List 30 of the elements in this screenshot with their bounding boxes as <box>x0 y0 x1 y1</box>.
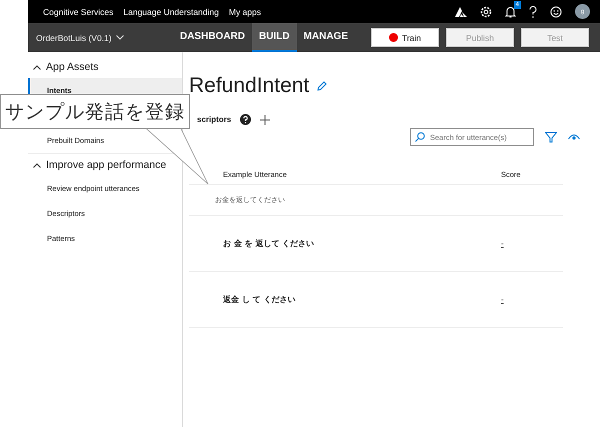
filter-icon[interactable] <box>545 132 557 142</box>
section-header[interactable]: App Assets <box>28 56 182 78</box>
chevron-up-icon <box>33 64 41 70</box>
nav-tab[interactable]: MANAGE <box>296 23 355 52</box>
score-link[interactable]: - <box>501 295 563 304</box>
chevron-up-icon <box>33 162 41 168</box>
eye-icon[interactable] <box>568 133 580 141</box>
nav-tab[interactable]: DASHBOARD <box>172 23 252 52</box>
nav-tab[interactable]: BUILD <box>252 23 297 52</box>
train-button[interactable]: Train <box>371 28 439 47</box>
azure-logo-icon[interactable] <box>455 6 467 16</box>
callout-box: サンプル発話を登録 <box>0 94 190 129</box>
plus-icon[interactable] <box>260 114 270 124</box>
score-link[interactable]: - <box>501 239 563 248</box>
smiley-icon[interactable] <box>550 6 562 18</box>
descriptors-label: scriptors <box>197 115 232 124</box>
help-icon[interactable] <box>529 6 537 18</box>
status-dot-icon <box>388 33 398 42</box>
nav-link[interactable]: Cognitive Services <box>43 6 114 16</box>
utterance-text: 返金 し て ください <box>222 294 296 305</box>
bell-icon[interactable] <box>505 6 516 18</box>
settings-icon[interactable] <box>480 6 492 18</box>
nav-link[interactable]: Language Understanding <box>123 6 219 16</box>
app-selector[interactable]: OrderBotLuis (V0.1) <box>36 32 124 42</box>
intent-title: RefundIntent <box>189 74 310 98</box>
utterance-text: お 金 を 返して ください <box>222 238 316 249</box>
pencil-icon[interactable] <box>317 81 328 91</box>
chevron-down-icon <box>116 35 124 40</box>
help-icon[interactable] <box>240 114 252 125</box>
nav-link[interactable]: My apps <box>228 6 261 16</box>
